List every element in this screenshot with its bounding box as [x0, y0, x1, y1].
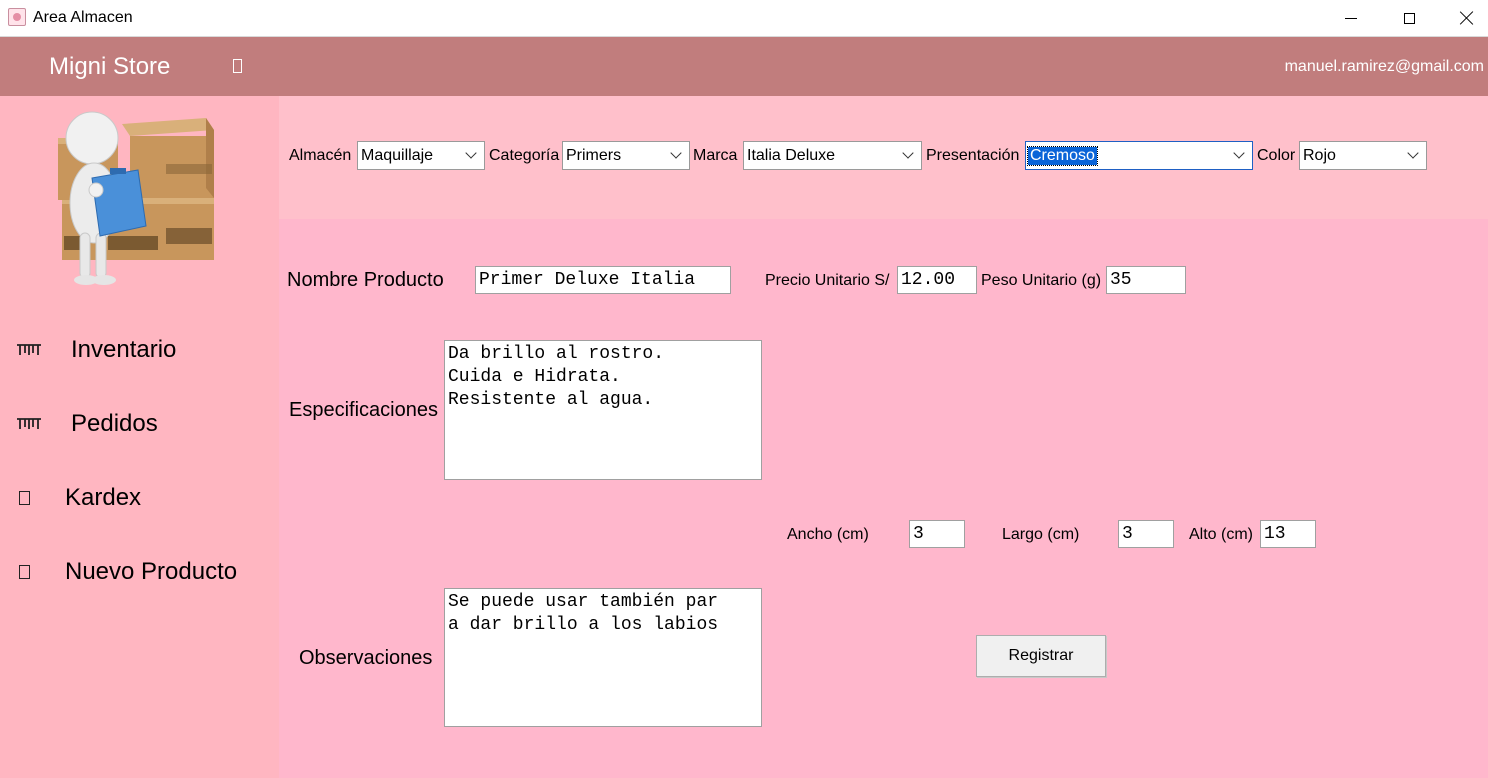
color-select[interactable]: Rojo	[1299, 141, 1427, 170]
color-label: Color	[1257, 147, 1296, 164]
window-titlebar: Area Almacen	[0, 0, 1488, 37]
chevron-down-icon	[902, 147, 914, 159]
sidebar-item-label: Nuevo Producto	[65, 558, 238, 585]
app-header: Migni Store manuel.ramirez@gmail.com	[0, 37, 1488, 96]
brand-title: Migni Store	[49, 53, 171, 80]
largo-input[interactable]: 3	[1118, 520, 1174, 548]
filter-bar: Almacén Maquillaje Categoría Primers Mar…	[279, 96, 1488, 219]
almacen-label: Almacén	[289, 147, 352, 164]
sidebar: Inventario Pedidos Kardex Nuevo Producto	[0, 96, 279, 778]
registrar-button[interactable]: Registrar	[976, 635, 1106, 677]
window-title: Area Almacen	[33, 9, 133, 26]
minimize-icon	[1345, 17, 1357, 19]
warehouse-worker-illustration	[58, 111, 214, 285]
sidebar-item-kardex[interactable]: Kardex	[0, 477, 279, 521]
sidebar-item-label: Pedidos	[71, 410, 158, 437]
maximize-icon	[1403, 12, 1415, 24]
minimize-button[interactable]	[1322, 0, 1380, 36]
observaciones-label: Observaciones	[299, 647, 433, 669]
alto-label: Alto (cm)	[1189, 526, 1253, 543]
categoria-select[interactable]: Primers	[562, 141, 690, 170]
maximize-button[interactable]	[1380, 0, 1438, 36]
nombre-producto-label: Nombre Producto	[287, 269, 444, 291]
peso-unitario-label: Peso Unitario (g)	[981, 272, 1102, 289]
marca-select[interactable]: Italia Deluxe	[743, 141, 922, 170]
chevron-down-icon	[1233, 147, 1245, 159]
marca-label: Marca	[693, 147, 738, 164]
categoria-label: Categoría	[489, 147, 560, 164]
sidebar-item-label: Inventario	[71, 336, 177, 363]
ancho-input[interactable]: 3	[909, 520, 965, 548]
close-icon	[1460, 11, 1474, 25]
chevron-down-icon	[465, 147, 477, 159]
nombre-producto-input[interactable]: Primer Deluxe Italia	[475, 266, 731, 294]
precio-unitario-input[interactable]: 12.00	[897, 266, 977, 294]
sidebar-item-pedidos[interactable]: Pedidos	[0, 403, 279, 447]
largo-label: Largo (cm)	[1002, 526, 1080, 543]
chevron-down-icon	[1407, 147, 1419, 159]
especificaciones-label: Especificaciones	[289, 399, 438, 421]
chevron-down-icon	[670, 147, 682, 159]
presentacion-label: Presentación	[926, 147, 1020, 164]
categoria-value: Primers	[566, 147, 622, 164]
color-value: Rojo	[1303, 147, 1336, 164]
sidebar-item-label: Kardex	[65, 484, 142, 511]
cart-icon	[17, 344, 41, 355]
alto-input[interactable]: 13	[1260, 520, 1316, 548]
square-icon	[19, 565, 30, 579]
peso-unitario-input[interactable]: 35	[1106, 266, 1186, 294]
almacen-value: Maquillaje	[361, 147, 434, 164]
user-email: manuel.ramirez@gmail.com	[1284, 58, 1484, 75]
cart-icon	[17, 418, 41, 429]
app-icon	[8, 8, 26, 26]
observaciones-textarea[interactable]: Se puede usar también par a dar brillo a…	[444, 588, 762, 727]
sidebar-item-inventario[interactable]: Inventario	[0, 329, 279, 373]
menu-toggle-icon[interactable]	[233, 59, 242, 73]
marca-value: Italia Deluxe	[747, 147, 836, 164]
presentacion-select[interactable]: Cremoso	[1025, 141, 1253, 170]
close-button[interactable]	[1438, 0, 1488, 36]
sidebar-item-nuevo-producto[interactable]: Nuevo Producto	[0, 551, 279, 595]
presentacion-value: Cremoso	[1027, 146, 1098, 166]
almacen-select[interactable]: Maquillaje	[357, 141, 485, 170]
precio-unitario-label: Precio Unitario S/	[765, 272, 890, 289]
ancho-label: Ancho (cm)	[787, 526, 869, 543]
square-icon	[19, 491, 30, 505]
especificaciones-textarea[interactable]: Da brillo al rostro. Cuida e Hidrata. Re…	[444, 340, 762, 480]
